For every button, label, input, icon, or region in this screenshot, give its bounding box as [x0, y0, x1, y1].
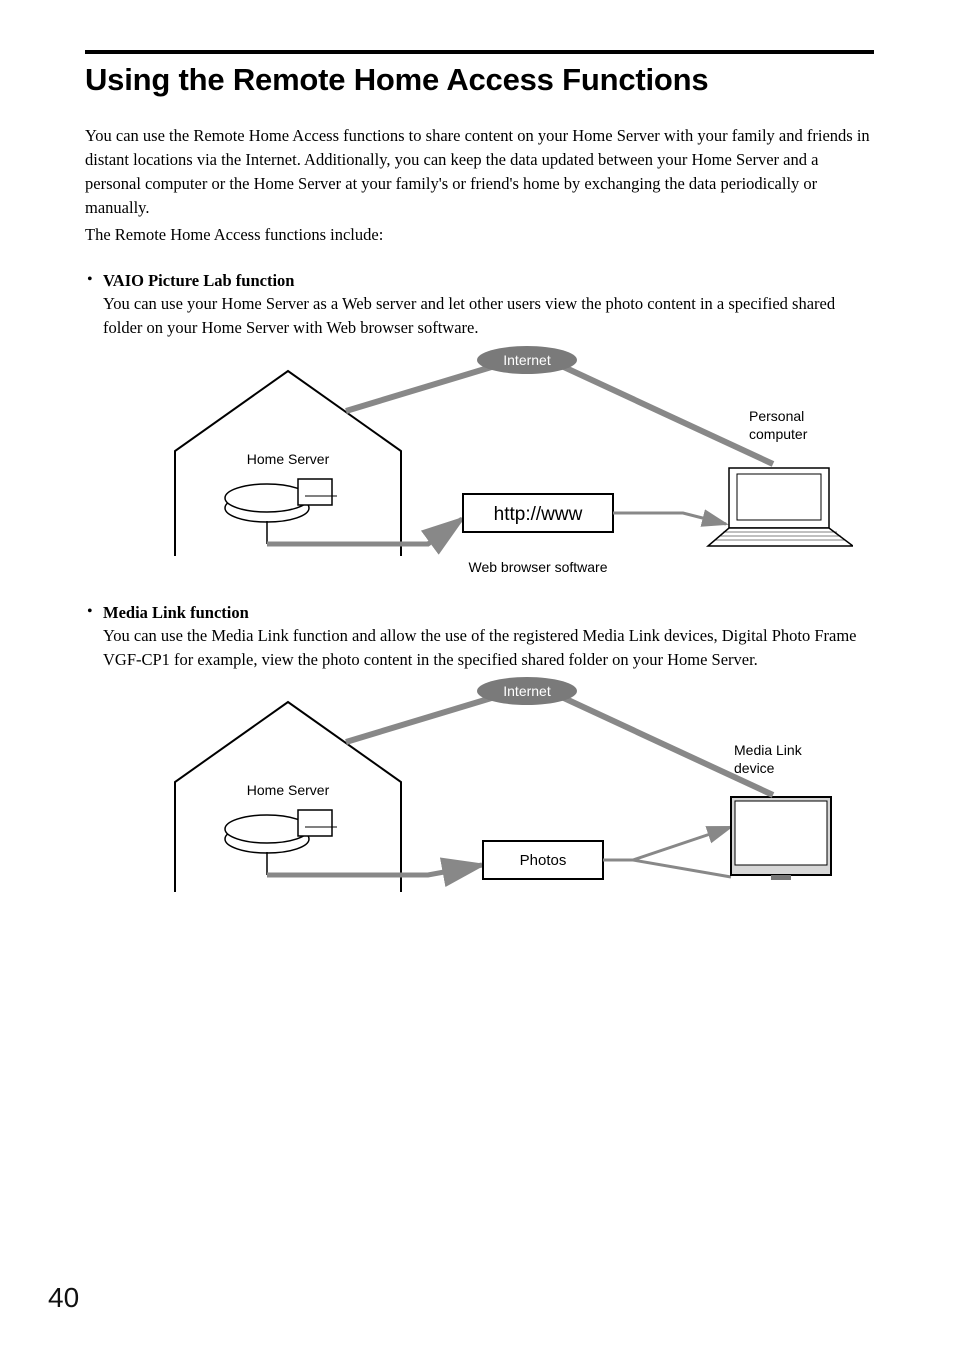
pc-label-1: Personal — [749, 408, 804, 424]
page-title: Using the Remote Home Access Functions — [85, 62, 874, 98]
function-desc: You can use the Media Link function and … — [103, 624, 874, 672]
home-server-label: Home Server — [247, 782, 330, 798]
page-number: 40 — [48, 1282, 79, 1314]
device-label-2: device — [734, 760, 775, 776]
diagram-vaio: Home Server http://www Web browser softw… — [113, 346, 874, 581]
caption-text: Web browser software — [468, 559, 607, 575]
intro-paragraph-2: The Remote Home Access functions include… — [85, 223, 874, 247]
function-title: Media Link function — [103, 601, 874, 624]
function-desc: You can use your Home Server as a Web se… — [103, 292, 874, 340]
home-server-label: Home Server — [247, 451, 330, 467]
device-label-1: Media Link — [734, 742, 803, 758]
pc-label-2: computer — [749, 426, 808, 442]
intro-paragraph-1: You can use the Remote Home Access funct… — [85, 124, 874, 220]
bullet-icon: • — [85, 269, 103, 340]
diagram-svg: Home Server http://www Web browser softw… — [113, 346, 853, 581]
function-title: VAIO Picture Lab function — [103, 269, 874, 292]
internet-label: Internet — [503, 352, 551, 368]
top-rule — [85, 50, 874, 54]
diagram-svg: Home Server Photos — [113, 677, 853, 917]
bullet-icon: • — [85, 601, 103, 672]
function-item-medialink: • Media Link function You can use the Me… — [85, 601, 874, 918]
internet-label: Internet — [503, 683, 551, 699]
diagram-medialink: Home Server Photos — [113, 677, 874, 917]
function-item-vaio: • VAIO Picture Lab function You can use … — [85, 269, 874, 581]
center-box-text: http://www — [494, 504, 583, 525]
center-box-text: Photos — [520, 852, 567, 869]
